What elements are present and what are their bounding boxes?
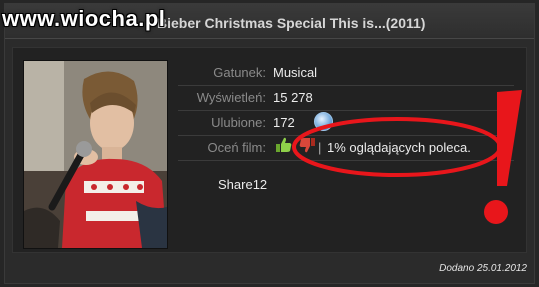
genre-label: Gatunek: <box>213 65 266 80</box>
thumb-up-icon[interactable] <box>275 136 293 154</box>
recommend-percentage: 1% oglądających poleca. <box>327 140 471 155</box>
views-label: Wyświetleń: <box>196 90 266 105</box>
genre-value[interactable]: Musical <box>273 65 317 80</box>
details-box: Gatunek: Musical Wyświetleń: 15 278 Ulub… <box>12 47 527 253</box>
recommend-separator: | <box>318 140 322 155</box>
genre-row: Gatunek: Musical <box>178 60 514 86</box>
favorites-label: Ulubione: <box>211 115 266 130</box>
rate-label: Oceń film: <box>207 140 266 155</box>
favorites-row: Ulubione: 172 <box>178 110 514 136</box>
views-row: Wyświetleń: 15 278 <box>178 85 514 111</box>
thumb-down-icon[interactable] <box>298 136 316 154</box>
poster-image <box>24 61 167 248</box>
share-button[interactable]: Share12 <box>218 177 267 192</box>
views-value: 15 278 <box>273 90 313 105</box>
added-date: Dodano 25.01.2012 <box>439 263 527 274</box>
movie-poster[interactable] <box>23 60 168 249</box>
favorites-value: 172 <box>273 115 295 130</box>
rate-row: Oceń film: | 1% oglądających poleca. <box>178 135 514 161</box>
details-area: Gatunek: Musical Wyświetleń: 15 278 Ulub… <box>4 3 533 282</box>
star-icon[interactable] <box>314 112 333 131</box>
